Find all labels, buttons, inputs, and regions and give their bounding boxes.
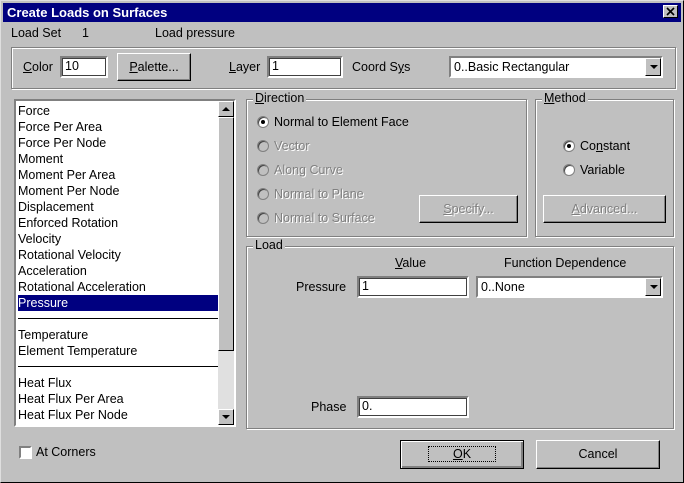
advanced-button[interactable]: Advanced... — [543, 195, 666, 223]
radio-along-curve[interactable] — [257, 164, 269, 176]
ok-button[interactable]: OK — [400, 440, 524, 469]
list-item[interactable]: Moment — [18, 151, 218, 167]
title-bar[interactable]: Create Loads on Surfaces — [3, 3, 681, 22]
method-title: Method — [542, 91, 588, 105]
layer-label: Layer — [229, 60, 261, 74]
direction-title: Direction — [253, 91, 307, 105]
function-dependence-dropdown[interactable]: 0..None — [476, 276, 663, 298]
method-option-variable[interactable]: Variable — [580, 163, 625, 177]
palette-button[interactable]: Palette... — [117, 53, 191, 81]
phase-label: Phase — [311, 400, 347, 414]
chevron-down-icon[interactable] — [645, 58, 661, 76]
chevron-down-icon[interactable] — [645, 278, 661, 296]
radio-normal-to-element-face[interactable] — [257, 116, 269, 128]
list-item[interactable]: Velocity — [18, 231, 218, 247]
close-icon — [666, 7, 675, 16]
list-item[interactable]: Moment Per Area — [18, 167, 218, 183]
direction-option-1[interactable]: Vector — [274, 139, 309, 153]
specify-button[interactable]: Specify... — [419, 195, 518, 223]
pressure-label: Pressure — [296, 280, 347, 294]
load-type-list[interactable]: Force Force Per Area Force Per Node Moment M… — [14, 99, 236, 427]
color-field[interactable]: 10 — [60, 56, 108, 78]
list-item[interactable]: Pressure — [18, 295, 218, 311]
load-title: Load — [253, 238, 285, 252]
scroll-down-icon[interactable] — [218, 409, 234, 425]
radio-vector[interactable] — [257, 140, 269, 152]
list-item[interactable]: Element Temperature — [18, 343, 218, 359]
at-corners-label[interactable]: At Corners — [36, 445, 96, 459]
window-title: Create Loads on Surfaces — [7, 5, 168, 20]
list-separator — [18, 318, 218, 319]
pressure-value-field[interactable]: 1 — [357, 276, 469, 298]
list-separator — [18, 366, 218, 367]
direction-option-3[interactable]: Normal to Plane — [274, 187, 364, 201]
list-item[interactable]: Heat Flux Per Node — [18, 407, 218, 423]
list-item[interactable]: Heat Flux Per Area — [18, 391, 218, 407]
radio-variable[interactable] — [563, 164, 575, 176]
coord-sys-label: Coord Sys — [352, 60, 411, 74]
radio-normal-to-surface[interactable] — [257, 212, 269, 224]
scroll-up-icon[interactable] — [218, 101, 234, 117]
list-item[interactable]: Force Per Area — [18, 119, 218, 135]
list-item[interactable]: Temperature — [18, 327, 218, 343]
at-corners-checkbox[interactable] — [19, 446, 32, 459]
radio-constant[interactable] — [563, 140, 575, 152]
load-set-value: 1 — [82, 26, 89, 40]
list-item[interactable]: Enforced Rotation — [18, 215, 218, 231]
direction-option-0[interactable]: Normal to Element Face — [274, 115, 409, 129]
dialog-window: Create Loads on Surfaces Load Set 1 Load… — [0, 0, 684, 483]
phase-field[interactable]: 0. — [357, 396, 469, 418]
color-label: Color — [23, 60, 53, 74]
list-item[interactable]: Displacement — [18, 199, 218, 215]
list-item[interactable]: Acceleration — [18, 263, 218, 279]
function-dependence-header: Function Dependence — [504, 256, 627, 270]
value-header: Value — [395, 256, 427, 270]
list-item[interactable]: Rotational Velocity — [18, 247, 218, 263]
list-item[interactable]: Heat Flux — [18, 375, 218, 391]
direction-option-2[interactable]: Along Curve — [274, 163, 343, 177]
coord-sys-dropdown[interactable]: 0..Basic Rectangular — [449, 56, 663, 78]
load-set-name: Load pressure — [155, 26, 235, 40]
method-option-constant[interactable]: Constant — [580, 139, 630, 153]
radio-normal-to-plane[interactable] — [257, 188, 269, 200]
list-item[interactable]: Force Per Node — [18, 135, 218, 151]
load-set-label: Load Set — [11, 26, 62, 40]
close-button[interactable] — [663, 5, 678, 18]
list-item[interactable]: Force — [18, 103, 218, 119]
cancel-button[interactable]: Cancel — [536, 440, 660, 469]
layer-field[interactable]: 1 — [267, 56, 343, 78]
list-item[interactable]: Rotational Acceleration — [18, 279, 218, 295]
list-item[interactable]: Moment Per Node — [18, 183, 218, 199]
scroll-thumb[interactable] — [218, 117, 234, 351]
list-scrollbar[interactable] — [218, 101, 234, 425]
direction-option-4[interactable]: Normal to Surface — [274, 211, 375, 225]
